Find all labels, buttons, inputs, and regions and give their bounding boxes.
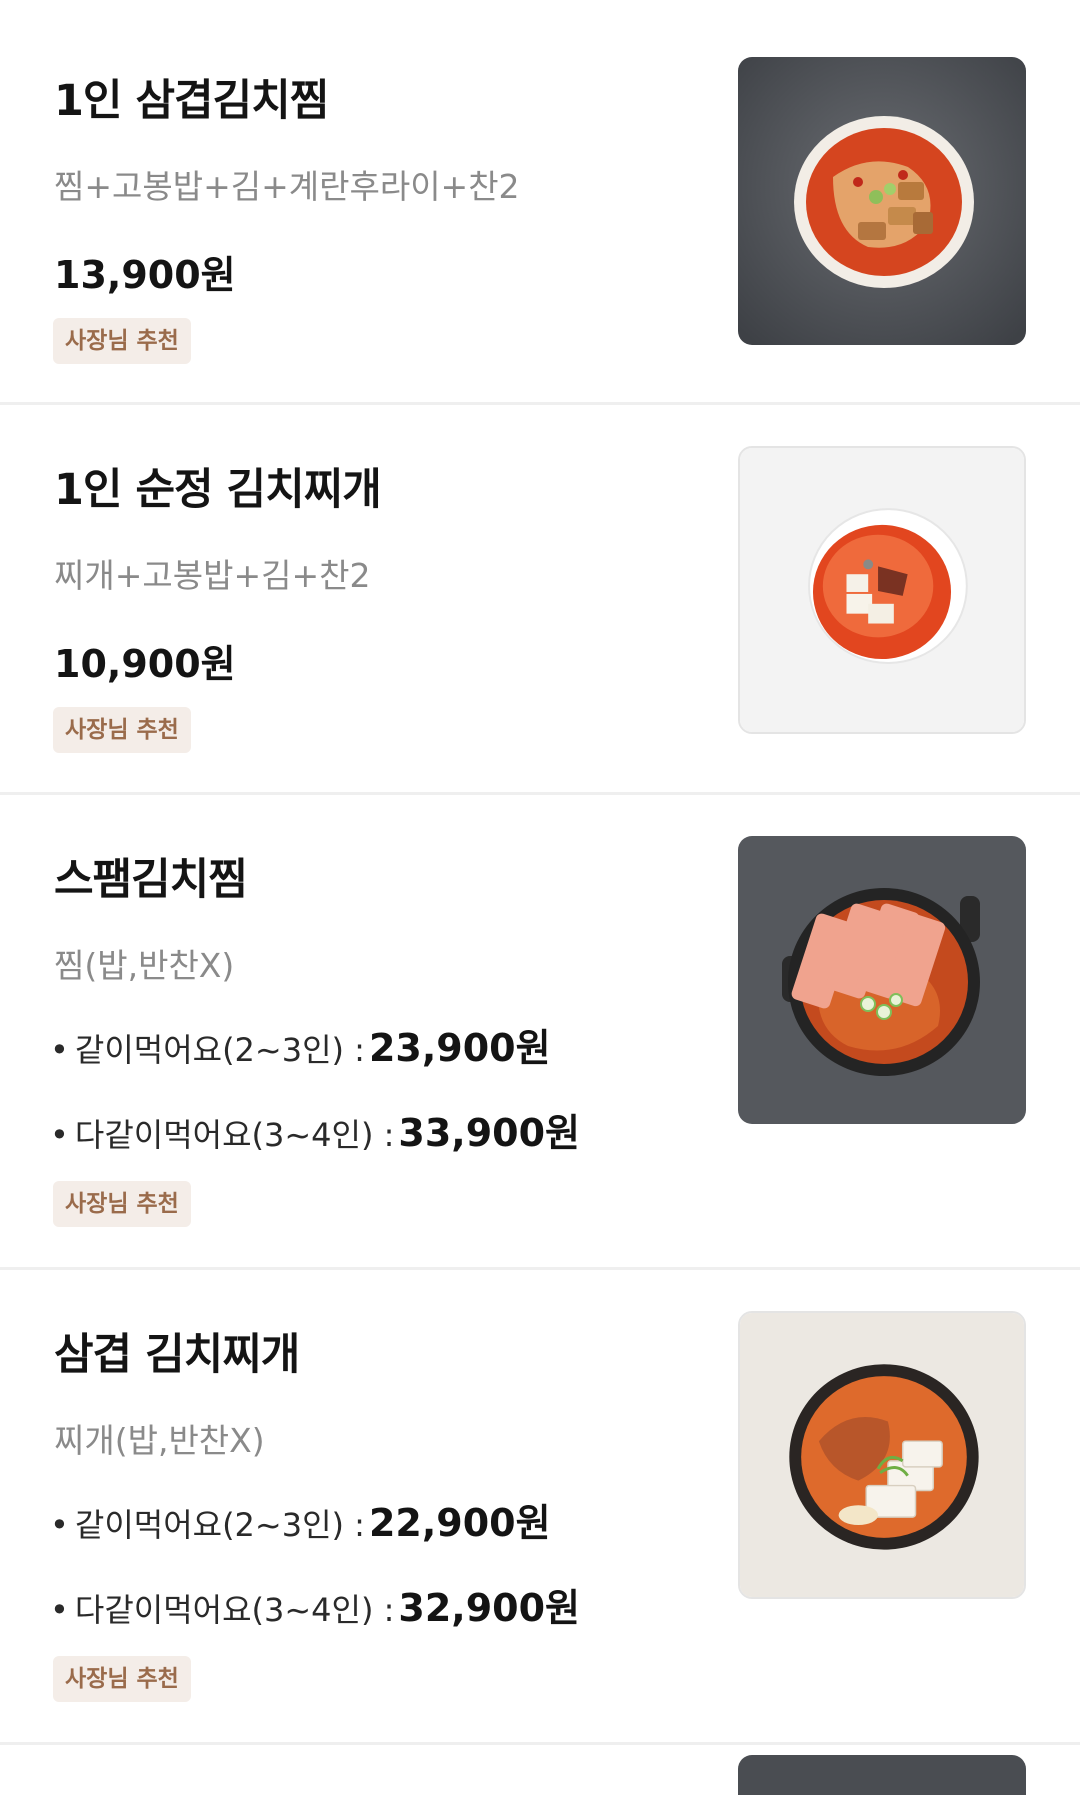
size-option-price: 32,900원: [398, 1586, 581, 1630]
menu-item-title: 삼겹 김치찌개: [54, 1330, 300, 1380]
size-option-price: 22,900원: [368, 1501, 551, 1545]
menu-item-sunjeong-kimchi-jjigae[interactable]: 1인 순정 김치찌개 찌개+고봉밥+김+찬2 10,900원 사장님 추천: [0, 405, 1080, 795]
menu-item-samgyeop-kimchi-jjigae[interactable]: 삼겹 김치찌개 찌개(밥,반찬X) • 같이먹어요(2~3인) :22,900원 …: [0, 1270, 1080, 1745]
menu-item-description: 찌개(밥,반찬X): [54, 1421, 265, 1460]
menu-item-title: 1인 순정 김치찌개: [54, 465, 382, 515]
kimchi-stew-bowl-icon: [740, 448, 1024, 732]
recommend-badge: 사장님 추천: [53, 1181, 191, 1227]
spam-kimchi-pot-icon: [738, 836, 1026, 1124]
recommend-badge: 사장님 추천: [53, 707, 191, 753]
menu-item-description: 찜+고봉밥+김+계란후라이+찬2: [54, 167, 520, 206]
size-option-row: • 다같이먹어요(3~4인) :33,900원: [50, 1102, 580, 1157]
size-option-label: 다같이먹어요(3~4인) :: [74, 1116, 395, 1154]
menu-item-description: 찜(밥,반찬X): [54, 946, 235, 985]
menu-item-samgyeop-kimchi-jjim[interactable]: 1인 삼겹김치찜 찜+고봉밥+김+계란후라이+찬2 13,900원 사장님 추천: [0, 0, 1080, 405]
menu-item-description: 찌개+고봉밥+김+찬2: [54, 556, 371, 595]
recommend-badge: 사장님 추천: [53, 318, 191, 364]
size-option-row: • 같이먹어요(2~3인) :22,900원: [50, 1492, 551, 1547]
size-option-price: 23,900원: [368, 1026, 551, 1070]
bullet: •: [50, 1506, 69, 1544]
bullet: •: [50, 1116, 69, 1154]
size-option-label: 같이먹어요(2~3인) :: [74, 1506, 365, 1544]
size-option-price: 33,900원: [398, 1111, 581, 1155]
menu-item-image[interactable]: [738, 1755, 1026, 1795]
size-option-row: • 다같이먹어요(3~4인) :32,900원: [50, 1577, 580, 1632]
menu-item-image[interactable]: [738, 446, 1026, 734]
menu-item-price: 10,900원: [54, 642, 236, 686]
size-option-label: 다같이먹어요(3~4인) :: [74, 1591, 395, 1629]
pork-kimchi-stew-pot-icon: [740, 1313, 1024, 1597]
size-option-row: • 같이먹어요(2~3인) :23,900원: [50, 1017, 551, 1072]
kimchi-jjim-dish-icon: [738, 57, 1026, 345]
menu-item-title: 1인 삼겹김치찜: [54, 76, 329, 126]
size-option-label: 같이먹어요(2~3인) :: [74, 1031, 365, 1069]
menu-item-image[interactable]: [738, 836, 1026, 1124]
menu-item-image[interactable]: [738, 57, 1026, 345]
menu-item-next[interactable]: [0, 1745, 1080, 1795]
bullet: •: [50, 1591, 69, 1629]
menu-item-title: 스팸김치찜: [54, 855, 248, 905]
bullet: •: [50, 1031, 69, 1069]
recommend-badge: 사장님 추천: [53, 1656, 191, 1702]
menu-item-price: 13,900원: [54, 253, 236, 297]
menu-item-image[interactable]: [738, 1311, 1026, 1599]
menu-item-spam-kimchi-jjim[interactable]: 스팸김치찜 찜(밥,반찬X) • 같이먹어요(2~3인) :23,900원 • 다같…: [0, 795, 1080, 1270]
